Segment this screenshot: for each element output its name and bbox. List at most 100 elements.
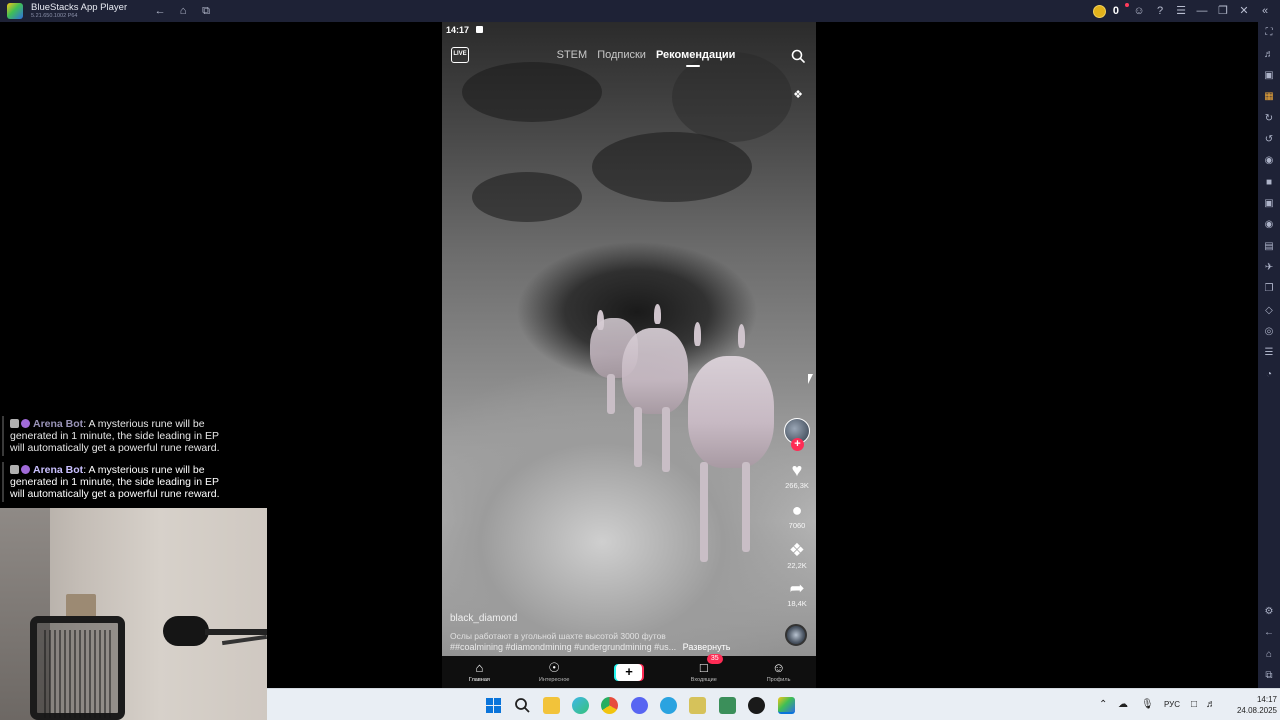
network-icon[interactable]: □ (1191, 699, 1197, 710)
chrome-icon[interactable] (601, 697, 618, 714)
menu-icon[interactable]: ☰ (1174, 4, 1188, 18)
inbox-icon: □ (699, 660, 708, 675)
language-indicator[interactable]: РУС (1164, 700, 1180, 709)
clock-time: 14:17 (1256, 695, 1277, 704)
sidebar-back-icon[interactable]: ← (1263, 627, 1275, 639)
keymapping-icon[interactable]: ▣ (1263, 70, 1275, 82)
discord-icon[interactable] (631, 697, 648, 714)
speedometer-icon[interactable]: ◔ (1263, 369, 1275, 381)
sync-icon[interactable]: ↺ (1263, 134, 1275, 146)
nav-inbox-label: Входящие (690, 677, 717, 683)
nav-inbox[interactable]: □ 35 Входящие (674, 654, 734, 683)
speaker-icon[interactable]: ♬ (1206, 699, 1216, 710)
bluestacks-taskbar-icon[interactable] (778, 697, 795, 714)
save-button[interactable]: ❖ 22,2K (780, 540, 814, 570)
video-donkey-leg (742, 462, 750, 552)
tab-following[interactable]: Подписки (597, 49, 646, 61)
like-button[interactable]: ♥ 266,3K (780, 460, 814, 490)
compass-icon: ☉ (548, 660, 561, 675)
app-icon[interactable] (719, 697, 736, 714)
nav-home[interactable]: ⌂ Главная (449, 660, 509, 684)
titlebar-nav: ← ⌂ ⧉ (153, 4, 213, 18)
share-button[interactable]: ➦ 18,4K (780, 578, 814, 608)
chat-message: Arena Bot: A mysterious rune will be gen… (2, 416, 228, 456)
clock-date: 24.08.2025 (1236, 706, 1277, 715)
video-username[interactable]: black_diamond (450, 613, 517, 624)
search-icon[interactable] (514, 697, 531, 714)
webcam-microphone (163, 616, 209, 646)
microphone-icon[interactable]: 🎙 (1141, 699, 1154, 710)
webcam-chair-mesh (44, 630, 112, 718)
fullscreen-icon[interactable]: ⛶ (1263, 27, 1275, 39)
nav-discover[interactable]: ☉ Интересное (524, 660, 584, 684)
screenshot-icon[interactable]: ▣ (1263, 198, 1275, 210)
telegram-icon[interactable] (660, 697, 677, 714)
windows-taskbar: ⌃ ☁ 🎙 РУС □ ♬ 14:17 24.08.2025 (267, 688, 1280, 720)
account-icon[interactable]: ☺ (1132, 4, 1146, 18)
multitask-icon[interactable]: ⧉ (199, 4, 213, 18)
home-icon[interactable]: ⌂ (176, 4, 190, 18)
record-icon[interactable]: ◉ (1263, 219, 1275, 231)
video-caption: Ослы работают в угольной шахте высотой 3… (450, 631, 666, 641)
music-disc-icon[interactable] (785, 624, 807, 646)
settings-icon[interactable]: ⚙ (1263, 606, 1275, 618)
back-icon[interactable]: ← (153, 4, 167, 18)
media-folder-icon[interactable]: ▤ (1263, 241, 1275, 253)
macro-icon[interactable]: ■ (1263, 177, 1275, 189)
obs-icon[interactable] (748, 697, 765, 714)
mouse-cursor (808, 374, 818, 384)
sidebar-recents-icon[interactable]: ⧉ (1263, 670, 1275, 682)
taskbar-clock[interactable]: 14:17 24.08.2025 (1229, 694, 1277, 716)
heart-icon: ♥ (791, 460, 803, 480)
rotate-icon[interactable]: ↻ (1263, 113, 1275, 125)
gamepad-icon[interactable]: ▦ (1263, 91, 1275, 103)
expand-caption-button[interactable]: Развернуть (683, 642, 731, 652)
nav-discover-label: Интересное (538, 677, 570, 683)
edge-icon[interactable] (572, 697, 589, 714)
search-icon[interactable] (791, 49, 805, 63)
follow-plus-icon[interactable]: + (791, 438, 804, 451)
status-notification-icon (476, 26, 483, 33)
airplane-icon[interactable]: ✈ (1263, 262, 1275, 274)
help-icon[interactable]: ? (1153, 4, 1167, 18)
apk-icon[interactable]: ◉ (1263, 155, 1275, 167)
comment-button[interactable]: ● 7060 (780, 500, 814, 530)
chat-author: Arena Bot (33, 464, 84, 476)
hashtag-text[interactable]: ##coalmining #diamondmining #undergrundm… (450, 642, 676, 652)
video-donkey (622, 328, 688, 414)
plus-icon: + (615, 663, 642, 681)
sidebar-home-icon[interactable]: ⌂ (1263, 649, 1275, 661)
restore-icon[interactable]: ❐ (1216, 4, 1230, 18)
onedrive-icon[interactable]: ☁ (1118, 699, 1128, 710)
home-icon: ⌂ (475, 660, 484, 675)
content-filter-icon[interactable]: ❖ (791, 88, 805, 102)
collapse-sidebar-icon[interactable]: « (1258, 4, 1272, 18)
video-donkey-leg (662, 407, 670, 472)
coin-icon[interactable] (1092, 4, 1106, 18)
chat-line: Arena Bot: A mysterious rune will be gen… (10, 418, 224, 454)
tray-overflow-icon[interactable]: ⌃ (1099, 699, 1107, 710)
minimize-icon[interactable]: — (1195, 4, 1209, 18)
chat-author: Arena Bot (33, 418, 84, 430)
tiktok-video-feed[interactable]: 14:17 LIVE STEM Подписки Рекомендации ❖ … (442, 22, 816, 688)
location-icon[interactable]: ◎ (1263, 326, 1275, 338)
app-name: BlueStacks App Player (31, 1, 128, 13)
close-icon[interactable]: ✕ (1237, 4, 1251, 18)
app-icon[interactable] (689, 697, 706, 714)
layers-icon[interactable]: ☰ (1263, 347, 1275, 359)
nav-create[interactable]: + (599, 663, 659, 681)
volume-icon[interactable]: ♬ (1263, 49, 1275, 61)
tab-for-you[interactable]: Рекомендации (656, 49, 735, 67)
bluestacks-logo-icon (7, 3, 23, 19)
like-count: 266,3K (785, 481, 809, 490)
video-hashtags: ##coalmining #diamondmining #undergrundm… (450, 642, 730, 652)
comment-icon: ● (791, 500, 803, 520)
video-rock (462, 62, 602, 122)
video-donkey-ear (694, 322, 701, 346)
windows-start-icon[interactable] (485, 697, 502, 714)
instance-icon[interactable]: ❐ (1263, 283, 1275, 295)
file-explorer-icon[interactable] (543, 697, 560, 714)
tab-stem[interactable]: STEM (557, 49, 588, 61)
nav-profile[interactable]: ☺ Профиль (749, 661, 809, 684)
eco-icon[interactable]: ◇ (1263, 305, 1275, 317)
